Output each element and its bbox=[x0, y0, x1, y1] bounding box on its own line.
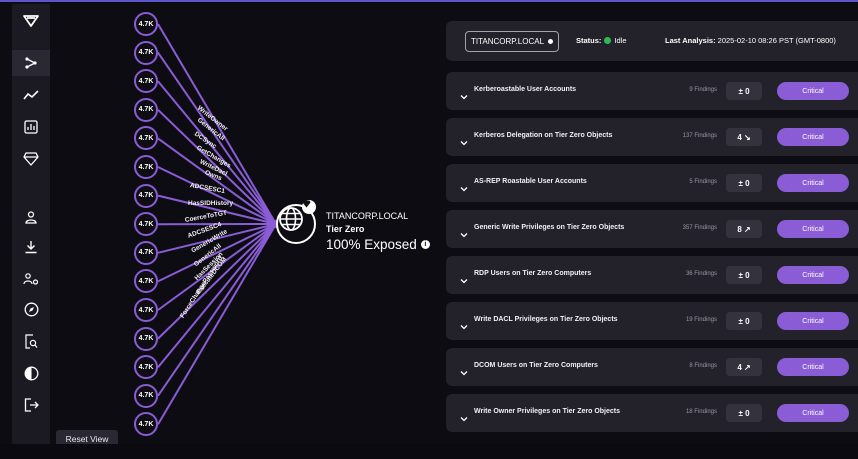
graph-node[interactable]: 4.7K bbox=[134, 155, 158, 179]
search-doc-icon[interactable] bbox=[12, 328, 50, 354]
finding-row[interactable]: DCOM Users on Tier Zero Computers 8 Findi… bbox=[446, 348, 858, 386]
finding-row[interactable]: Write DACL Privileges on Tier Zero Objec… bbox=[446, 302, 858, 340]
findings-panel: TITANCORP.LOCAL Status: Idle Last Analys… bbox=[446, 4, 858, 444]
exposure-label: 100% Exposed i bbox=[326, 237, 430, 252]
graph-node[interactable]: 4.7K bbox=[134, 12, 158, 36]
finding-row[interactable]: Write Owner Privileges on Tier Zero Obje… bbox=[446, 394, 858, 432]
attack-path-icon[interactable] bbox=[12, 50, 50, 76]
target-tier: Tier Zero bbox=[326, 224, 364, 234]
severity-button[interactable]: Critical bbox=[777, 220, 849, 238]
finding-title: DCOM Users on Tier Zero Computers bbox=[474, 362, 598, 369]
chevron-down-icon[interactable] bbox=[460, 87, 468, 105]
last-analysis: Last Analysis: 2025-02-10 08:26 PST (GMT… bbox=[665, 36, 836, 45]
finding-title: Generic Write Privileges on Tier Zero Ob… bbox=[474, 224, 624, 231]
finding-delta: 8 ↗ bbox=[726, 220, 762, 238]
finding-delta: ± 0 bbox=[726, 404, 762, 422]
sidebar bbox=[12, 4, 50, 444]
contrast-icon[interactable] bbox=[12, 360, 50, 386]
severity-button[interactable]: Critical bbox=[777, 404, 849, 422]
severity-button[interactable]: Critical bbox=[777, 128, 849, 146]
severity-button[interactable]: Critical bbox=[777, 358, 849, 376]
graph-node[interactable]: 4.7K bbox=[134, 241, 158, 265]
download-icon[interactable] bbox=[12, 234, 50, 260]
graph-node[interactable]: 4.7K bbox=[134, 98, 158, 122]
info-icon[interactable]: i bbox=[421, 240, 430, 249]
graph-node[interactable]: 4.7K bbox=[134, 384, 158, 408]
graph-node[interactable]: 4.7K bbox=[134, 355, 158, 379]
attack-graph[interactable]: 4.7K 4.7K 4.7K 4.7K 4.7K 4.7K 4.7K 4.7K 4.7K 4.7K… bbox=[50, 4, 432, 444]
user-icon[interactable] bbox=[12, 204, 50, 230]
status-indicator: Status: Idle bbox=[576, 36, 627, 45]
report-icon[interactable] bbox=[12, 114, 50, 140]
status-value: Idle bbox=[614, 36, 626, 45]
finding-row[interactable]: Kerberos Delegation on Tier Zero Objects… bbox=[446, 118, 858, 156]
trend-icon[interactable] bbox=[12, 82, 50, 108]
logout-icon[interactable] bbox=[12, 392, 50, 418]
finding-count: 8 Findings bbox=[689, 363, 717, 369]
domain-header: TITANCORP.LOCAL Status: Idle Last Analys… bbox=[446, 21, 858, 61]
compass-icon[interactable] bbox=[12, 296, 50, 322]
finding-title: Write Owner Privileges on Tier Zero Obje… bbox=[474, 408, 620, 415]
edge-label: HasSIDHistory bbox=[188, 200, 233, 207]
finding-delta: ± 0 bbox=[726, 82, 762, 100]
tier-zero-gem-icon bbox=[302, 200, 316, 214]
chevron-down-icon[interactable] bbox=[460, 179, 468, 197]
severity-button[interactable]: Critical bbox=[777, 174, 849, 192]
gem-icon[interactable] bbox=[12, 146, 50, 172]
domain-dot-icon bbox=[548, 39, 553, 44]
finding-title: Write DACL Privileges on Tier Zero Objec… bbox=[474, 316, 618, 323]
finding-count: 137 Findings bbox=[683, 133, 717, 139]
finding-count: 18 Findings bbox=[686, 409, 717, 415]
last-analysis-label: Last Analysis: bbox=[665, 36, 716, 45]
finding-count: 36 Findings bbox=[686, 271, 717, 277]
graph-node[interactable]: 4.7K bbox=[134, 69, 158, 93]
logo-icon[interactable] bbox=[12, 8, 50, 34]
chevron-down-icon[interactable] bbox=[460, 271, 468, 289]
finding-count: 9 Findings bbox=[689, 87, 717, 93]
severity-button[interactable]: Critical bbox=[777, 312, 849, 330]
users-gear-icon[interactable] bbox=[12, 266, 50, 292]
globe-icon bbox=[278, 206, 304, 232]
finding-row[interactable]: Kerberoastable User Accounts 9 Findings ± … bbox=[446, 72, 858, 110]
finding-title: Kerberoastable User Accounts bbox=[474, 86, 576, 93]
chevron-down-icon[interactable] bbox=[460, 317, 468, 335]
last-analysis-value: 2025-02-10 08:26 PST (GMT-0800) bbox=[718, 36, 836, 45]
graph-node[interactable]: 4.7K bbox=[134, 184, 158, 208]
finding-count: 5 Findings bbox=[689, 179, 717, 185]
status-label: Status: bbox=[576, 36, 601, 45]
finding-row[interactable]: AS-REP Roastable User Accounts 5 Findings… bbox=[446, 164, 858, 202]
finding-delta: ± 0 bbox=[726, 312, 762, 330]
finding-count: 19 Findings bbox=[686, 317, 717, 323]
domain-name: TITANCORP.LOCAL bbox=[471, 37, 544, 46]
graph-edges bbox=[50, 4, 432, 444]
finding-title: Kerberos Delegation on Tier Zero Objects bbox=[474, 132, 612, 139]
graph-node[interactable]: 4.7K bbox=[134, 327, 158, 351]
app-frame: 4.7K 4.7K 4.7K 4.7K 4.7K 4.7K 4.7K 4.7K 4.7K 4.7K… bbox=[0, 0, 858, 457]
status-dot-icon bbox=[604, 37, 611, 44]
domain-selector[interactable]: TITANCORP.LOCAL bbox=[465, 31, 559, 52]
graph-node[interactable]: 4.7K bbox=[134, 212, 158, 236]
finding-row[interactable]: RDP Users on Tier Zero Computers 36 Findi… bbox=[446, 256, 858, 294]
finding-title: RDP Users on Tier Zero Computers bbox=[474, 270, 591, 277]
finding-title: AS-REP Roastable User Accounts bbox=[474, 178, 587, 185]
exposure-text: 100% Exposed bbox=[326, 237, 417, 252]
graph-node[interactable]: 4.7K bbox=[134, 41, 158, 65]
chevron-down-icon[interactable] bbox=[460, 363, 468, 381]
severity-button[interactable]: Critical bbox=[777, 82, 849, 100]
chevron-down-icon[interactable] bbox=[460, 225, 468, 243]
target-name: TITANCORP.LOCAL bbox=[326, 211, 408, 221]
finding-delta: ± 0 bbox=[726, 174, 762, 192]
graph-edge[interactable] bbox=[158, 224, 276, 339]
chevron-down-icon[interactable] bbox=[460, 409, 468, 427]
chevron-down-icon[interactable] bbox=[460, 133, 468, 151]
finding-delta: 4 ↘ bbox=[726, 128, 762, 146]
finding-row[interactable]: Generic Write Privileges on Tier Zero Ob… bbox=[446, 210, 858, 248]
finding-count: 357 Findings bbox=[683, 225, 717, 231]
finding-delta: 4 ↗ bbox=[726, 358, 762, 376]
graph-node[interactable]: 4.7K bbox=[134, 298, 158, 322]
finding-delta: ± 0 bbox=[726, 266, 762, 284]
severity-button[interactable]: Critical bbox=[777, 266, 849, 284]
